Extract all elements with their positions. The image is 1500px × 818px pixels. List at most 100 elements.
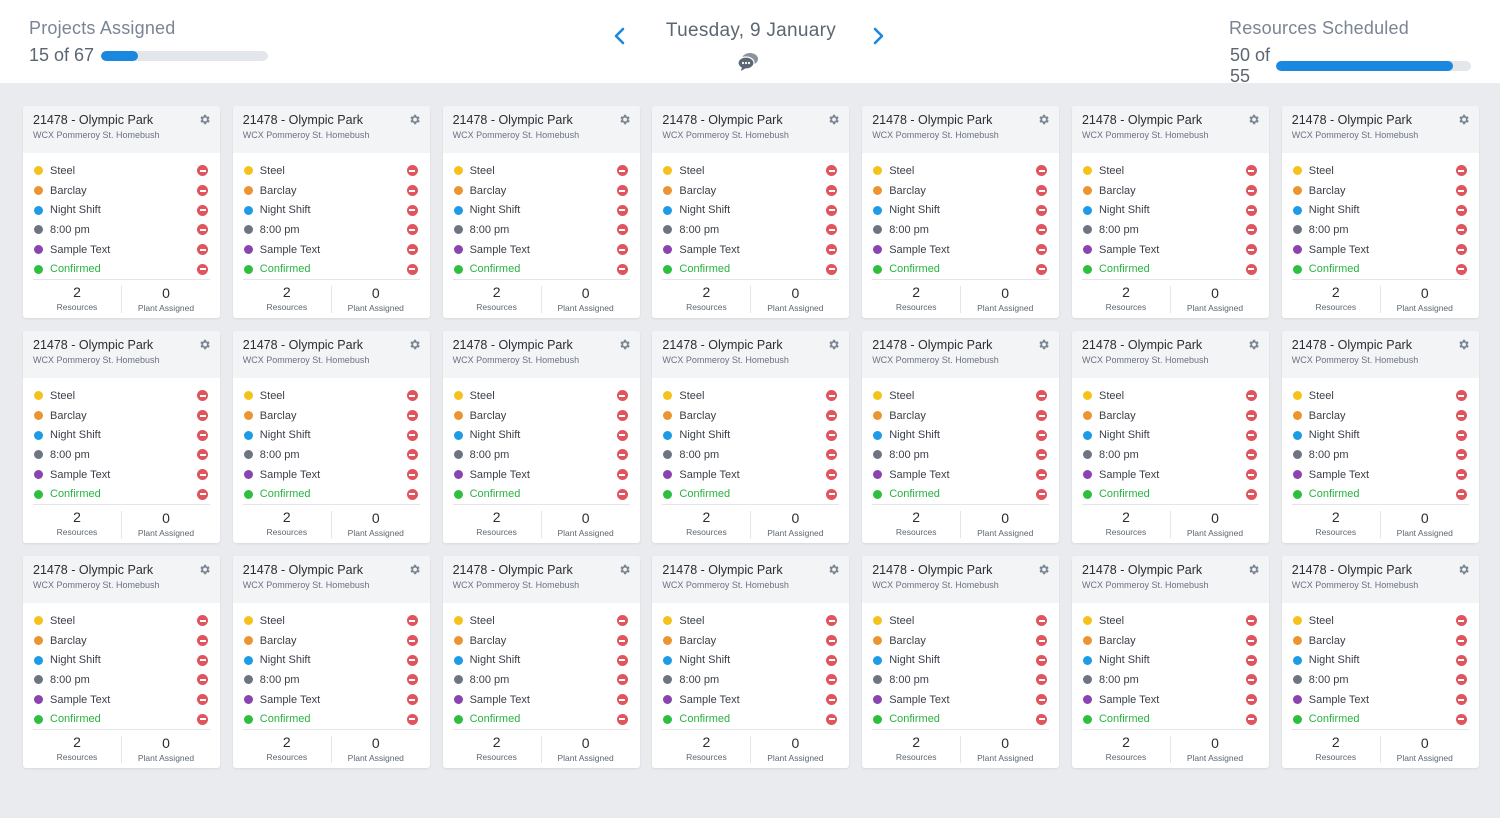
chevron-left-icon[interactable] [606,22,634,50]
remove-circle-icon[interactable] [1455,674,1467,686]
project-card[interactable]: 21478 - Olympic Park WCX Pommeroy St. Ho… [442,331,640,543]
remove-circle-icon[interactable] [406,488,418,500]
gear-icon[interactable] [408,113,421,126]
remove-circle-icon[interactable] [406,204,418,216]
remove-circle-icon[interactable] [616,165,628,177]
remove-circle-icon[interactable] [1036,244,1048,256]
remove-circle-icon[interactable] [197,654,208,666]
project-card[interactable]: 21478 - Olympic Park WCX Pommeroy St. Ho… [1281,556,1479,768]
remove-circle-icon[interactable] [826,449,838,461]
remove-circle-icon[interactable] [826,429,838,441]
remove-circle-icon[interactable] [1036,165,1048,177]
remove-circle-icon[interactable] [826,615,838,627]
remove-circle-icon[interactable] [197,488,208,500]
remove-circle-icon[interactable] [1036,410,1048,422]
remove-circle-icon[interactable] [1245,429,1257,441]
remove-circle-icon[interactable] [1036,390,1048,402]
remove-circle-icon[interactable] [406,165,418,177]
remove-circle-icon[interactable] [1245,224,1257,236]
remove-circle-icon[interactable] [1245,263,1257,275]
remove-circle-icon[interactable] [616,224,628,236]
remove-circle-icon[interactable] [406,390,418,402]
remove-circle-icon[interactable] [197,165,208,177]
remove-circle-icon[interactable] [826,713,838,725]
remove-circle-icon[interactable] [1455,449,1467,461]
remove-circle-icon[interactable] [1245,635,1257,647]
project-card[interactable]: 21478 - Olympic Park WCX Pommeroy St. Ho… [1281,331,1479,543]
gear-icon[interactable] [408,563,421,576]
gear-icon[interactable] [618,338,631,351]
remove-circle-icon[interactable] [1036,488,1048,500]
remove-circle-icon[interactable] [1245,390,1257,402]
remove-circle-icon[interactable] [616,410,628,422]
remove-circle-icon[interactable] [1455,390,1467,402]
remove-circle-icon[interactable] [616,185,628,197]
remove-circle-icon[interactable] [1245,165,1257,177]
remove-circle-icon[interactable] [406,429,418,441]
project-card[interactable]: 21478 - Olympic Park WCX Pommeroy St. Ho… [652,556,850,768]
remove-circle-icon[interactable] [197,713,208,725]
remove-circle-icon[interactable] [1455,165,1467,177]
gear-icon[interactable] [827,338,840,351]
gear-icon[interactable] [618,563,631,576]
remove-circle-icon[interactable] [197,429,208,441]
gear-icon[interactable] [1457,563,1470,576]
remove-circle-icon[interactable] [197,263,208,275]
remove-circle-icon[interactable] [1245,694,1257,706]
remove-circle-icon[interactable] [406,635,418,647]
remove-circle-icon[interactable] [1036,713,1048,725]
project-card[interactable]: 21478 - Olympic Park WCX Pommeroy St. Ho… [862,556,1060,768]
project-card[interactable]: 21478 - Olympic Park WCX Pommeroy St. Ho… [232,556,430,768]
project-card[interactable]: 21478 - Olympic Park WCX Pommeroy St. Ho… [1071,106,1269,318]
project-card[interactable]: 21478 - Olympic Park WCX Pommeroy St. Ho… [1071,331,1269,543]
remove-circle-icon[interactable] [1245,615,1257,627]
gear-icon[interactable] [1457,113,1470,126]
remove-circle-icon[interactable] [1455,469,1467,481]
remove-circle-icon[interactable] [616,615,628,627]
remove-circle-icon[interactable] [406,674,418,686]
gear-icon[interactable] [1457,338,1470,351]
remove-circle-icon[interactable] [1245,654,1257,666]
gear-icon[interactable] [827,563,840,576]
remove-circle-icon[interactable] [616,674,628,686]
remove-circle-icon[interactable] [616,654,628,666]
remove-circle-icon[interactable] [826,244,838,256]
remove-circle-icon[interactable] [1036,449,1048,461]
gear-icon[interactable] [1247,113,1260,126]
remove-circle-icon[interactable] [1036,615,1048,627]
remove-circle-icon[interactable] [197,224,208,236]
remove-circle-icon[interactable] [1455,204,1467,216]
remove-circle-icon[interactable] [616,713,628,725]
remove-circle-icon[interactable] [406,713,418,725]
remove-circle-icon[interactable] [1036,429,1048,441]
remove-circle-icon[interactable] [197,390,208,402]
remove-circle-icon[interactable] [1455,410,1467,422]
remove-circle-icon[interactable] [197,635,208,647]
remove-circle-icon[interactable] [406,654,418,666]
project-card[interactable]: 21478 - Olympic Park WCX Pommeroy St. Ho… [442,106,640,318]
remove-circle-icon[interactable] [1245,488,1257,500]
remove-circle-icon[interactable] [1036,674,1048,686]
remove-circle-icon[interactable] [197,410,208,422]
remove-circle-icon[interactable] [406,244,418,256]
remove-circle-icon[interactable] [826,469,838,481]
gear-icon[interactable] [1247,338,1260,351]
remove-circle-icon[interactable] [1036,694,1048,706]
chevron-right-icon[interactable] [864,22,892,50]
remove-circle-icon[interactable] [1245,204,1257,216]
remove-circle-icon[interactable] [1455,615,1467,627]
remove-circle-icon[interactable] [1455,635,1467,647]
remove-circle-icon[interactable] [1036,185,1048,197]
remove-circle-icon[interactable] [406,185,418,197]
remove-circle-icon[interactable] [826,185,838,197]
remove-circle-icon[interactable] [826,654,838,666]
remove-circle-icon[interactable] [197,694,208,706]
project-card[interactable]: 21478 - Olympic Park WCX Pommeroy St. Ho… [862,331,1060,543]
remove-circle-icon[interactable] [1455,429,1467,441]
remove-circle-icon[interactable] [616,449,628,461]
remove-circle-icon[interactable] [1245,449,1257,461]
remove-circle-icon[interactable] [197,185,208,197]
remove-circle-icon[interactable] [616,244,628,256]
remove-circle-icon[interactable] [1245,185,1257,197]
remove-circle-icon[interactable] [826,694,838,706]
